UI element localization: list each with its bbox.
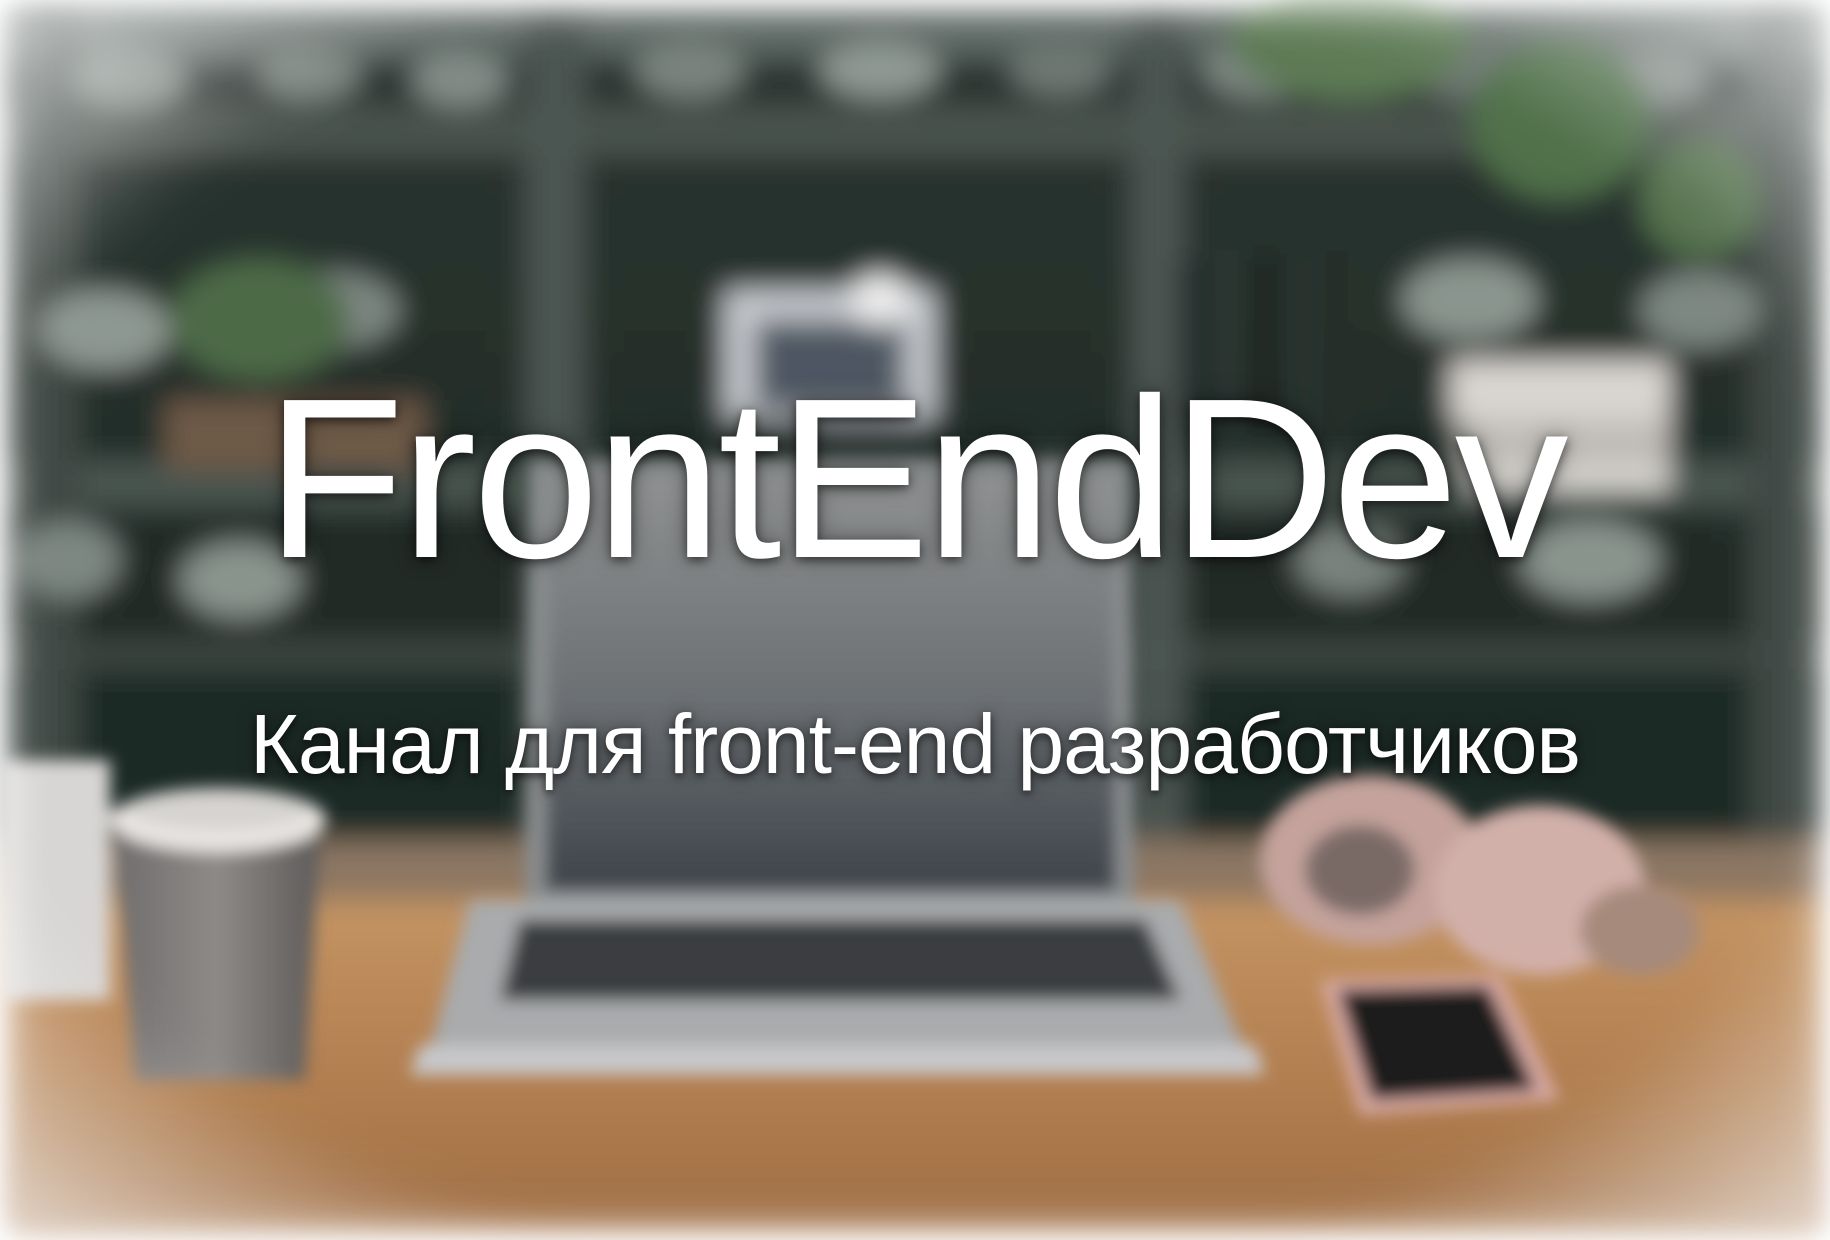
channel-title: FrontEndDev — [265, 352, 1568, 606]
banner: FrontEndDev Канал для front-end разработ… — [0, 0, 1830, 1240]
background-photo — [0, 0, 1830, 1240]
blurred-office-scene — [0, 0, 1830, 1240]
channel-subtitle: Канал для front-end разработчиков — [249, 697, 1581, 791]
